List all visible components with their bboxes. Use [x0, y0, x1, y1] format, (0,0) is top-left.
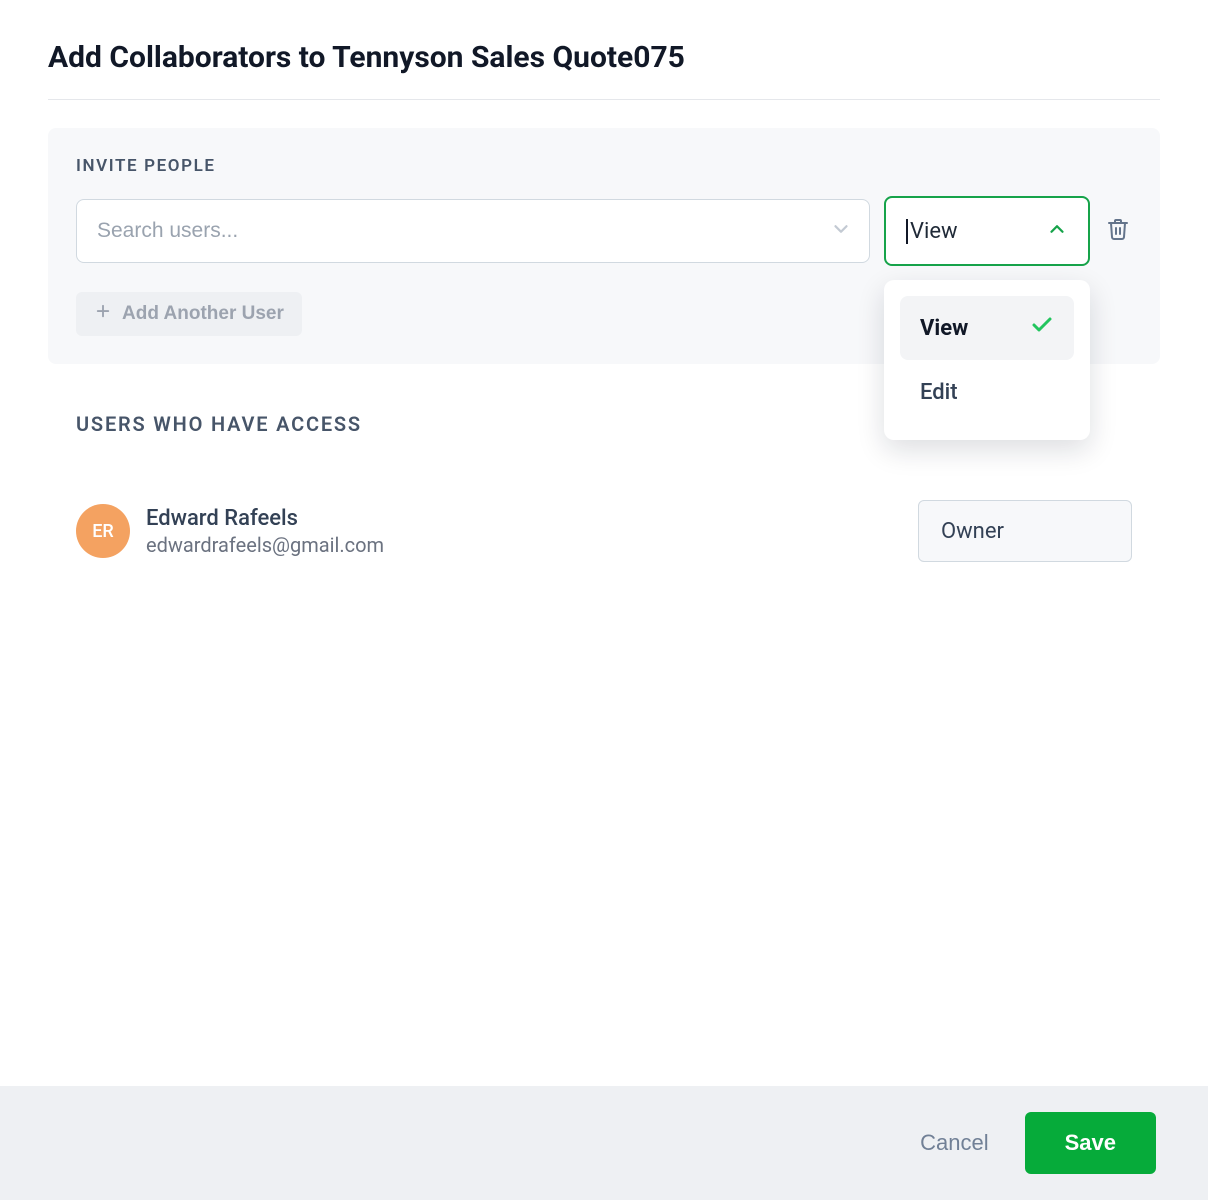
add-another-user-button[interactable]: Add Another User: [76, 292, 302, 336]
header-divider: [48, 99, 1160, 100]
user-row: ER Edward Rafeels edwardrafeels@gmail.co…: [76, 500, 1132, 562]
chevron-up-icon: [1046, 218, 1068, 244]
user-email: edwardrafeels@gmail.com: [146, 533, 384, 557]
save-button[interactable]: Save: [1025, 1112, 1156, 1174]
permission-option-edit[interactable]: Edit: [900, 360, 1074, 424]
invite-panel: INVITE PEOPLE View View: [48, 128, 1160, 364]
permission-select[interactable]: View: [884, 196, 1090, 266]
permission-menu: View Edit: [884, 280, 1090, 440]
avatar: ER: [76, 504, 130, 558]
check-icon: [1030, 313, 1054, 343]
user-name: Edward Rafeels: [146, 506, 384, 531]
cancel-button[interactable]: Cancel: [920, 1130, 988, 1156]
invite-section-label: INVITE PEOPLE: [76, 156, 1132, 176]
delete-invite-button[interactable]: [1104, 217, 1132, 245]
invite-row: View View Edit: [76, 196, 1132, 266]
plus-icon: [94, 302, 112, 326]
permission-select-value: View: [906, 219, 958, 244]
user-role-label: Owner: [941, 519, 1004, 544]
permission-option-label: Edit: [920, 380, 958, 405]
page-title: Add Collaborators to Tennyson Sales Quot…: [48, 40, 1160, 75]
search-users-input[interactable]: [76, 199, 870, 263]
permission-option-label: View: [920, 316, 968, 341]
add-another-user-label: Add Another User: [122, 303, 284, 325]
trash-icon: [1106, 217, 1130, 245]
permission-option-view[interactable]: View: [900, 296, 1074, 360]
user-role-select[interactable]: Owner: [918, 500, 1132, 562]
footer-bar: Cancel Save: [0, 1086, 1208, 1200]
